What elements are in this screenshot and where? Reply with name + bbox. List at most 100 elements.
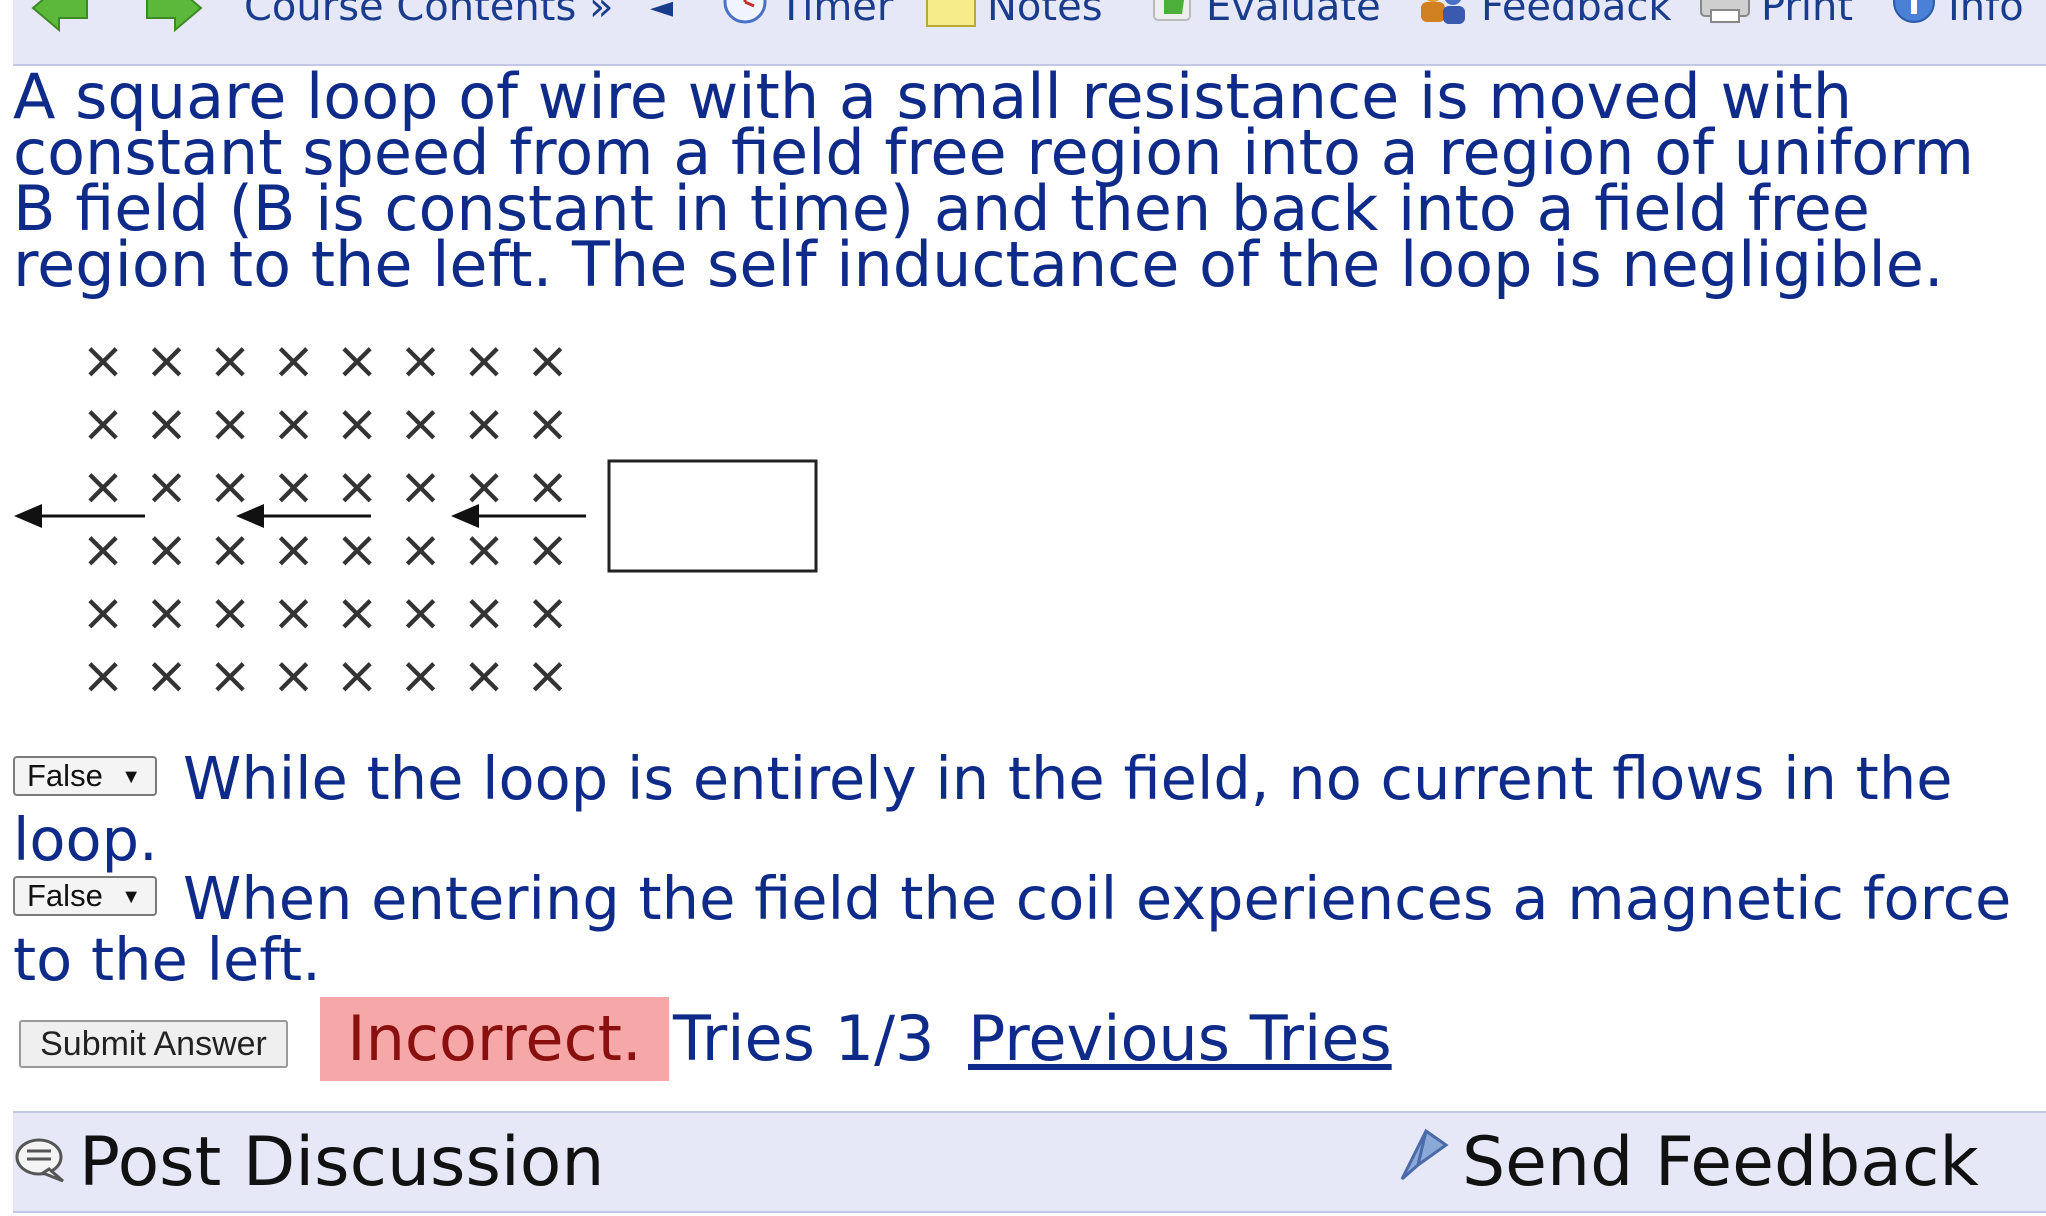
field-x-mark: × (145, 331, 189, 391)
statement-1: False ▼ While the loop is entirely in th… (13, 748, 2023, 870)
field-x-mark: × (335, 646, 379, 706)
field-x-mark: × (145, 646, 189, 706)
notes-label: Notes (987, 0, 1103, 30)
field-x-mark: × (335, 331, 379, 391)
info-label: Info (1948, 0, 2024, 30)
field-x-mark: × (145, 457, 189, 517)
wire-loop (607, 459, 818, 573)
field-x-mark: × (399, 646, 443, 706)
field-x-mark: × (272, 394, 316, 454)
field-x-mark: × (81, 394, 125, 454)
send-feedback-label: Send Feedback (1462, 1122, 1979, 1202)
field-x-mark: × (462, 520, 506, 580)
field-x-mark: × (526, 646, 570, 706)
print-button[interactable]: Print (1699, 0, 1854, 30)
field-x-mark: × (272, 457, 316, 517)
bottom-bar: Post Discussion Send Feedback (13, 1111, 2046, 1213)
field-x-mark: × (208, 646, 252, 706)
true-false-select-2[interactable]: False ▼ (13, 875, 157, 916)
notes-button[interactable]: Notes (925, 0, 1103, 30)
field-x-mark: × (526, 394, 570, 454)
field-x-mark: × (208, 457, 252, 517)
field-x-mark: × (335, 583, 379, 643)
field-x-mark: × (335, 457, 379, 517)
timer-label: Timer (779, 0, 894, 30)
note-icon (925, 0, 977, 38)
course-contents-label: Course Contents » (244, 0, 614, 30)
printer-icon (1699, 0, 1751, 36)
field-x-mark: × (272, 646, 316, 706)
statement-text: While the loop is entirely in the field,… (13, 744, 1953, 874)
field-x-mark: × (526, 583, 570, 643)
top-toolbar: Course Contents » ◄ Timer Notes Evaluate… (13, 0, 2046, 66)
field-x-mark: × (208, 520, 252, 580)
evaluate-label: Evaluate (1206, 0, 1381, 30)
send-arrow-icon (1396, 1123, 1452, 1202)
dropdown-caret-icon: ▼ (121, 885, 141, 908)
field-x-mark: × (145, 520, 189, 580)
field-x-mark: × (145, 583, 189, 643)
field-x-mark: × (208, 331, 252, 391)
dropdown-caret-icon: ▼ (121, 765, 141, 788)
clock-icon (721, 0, 769, 36)
field-x-mark: × (81, 331, 125, 391)
field-x-mark: × (462, 394, 506, 454)
back-arrow-icon[interactable] (29, 0, 91, 38)
feedback-label: Feedback (1481, 0, 1672, 30)
field-x-mark: × (81, 520, 125, 580)
field-x-mark: × (526, 331, 570, 391)
field-x-mark: × (81, 646, 125, 706)
collapse-toolbar-button[interactable]: ◄ (650, 0, 673, 27)
people-feedback-icon (1413, 0, 1471, 38)
collapse-arrow-icon: ◄ (650, 0, 674, 25)
field-x-mark: × (462, 583, 506, 643)
field-x-mark: × (272, 583, 316, 643)
select-value: False (27, 757, 103, 793)
field-x-mark: × (462, 457, 506, 517)
velocity-arrow (14, 504, 145, 528)
print-label: Print (1761, 0, 1854, 30)
statement-2: False ▼ When entering the field the coil… (13, 868, 2023, 990)
field-x-mark: × (399, 583, 443, 643)
field-x-mark: × (526, 457, 570, 517)
magnetic-field-diagram: × × × × × × × ×× × × × × × × ×× × × × × × × ×× × × × × × × ×× × × × × × × ×… (14, 331, 818, 706)
feedback-button[interactable]: Feedback (1413, 0, 1672, 30)
info-button[interactable]: Info (1890, 0, 2024, 30)
field-x-mark: × (272, 520, 316, 580)
true-false-select-1[interactable]: False ▼ (13, 755, 157, 796)
field-x-mark: × (208, 583, 252, 643)
incorrect-badge: Incorrect. (320, 997, 669, 1081)
field-x-mark: × (462, 331, 506, 391)
field-x-mark: × (335, 394, 379, 454)
submit-answer-button[interactable]: Submit Answer (19, 1020, 288, 1068)
field-x-mark: × (399, 520, 443, 580)
thumbs-up-icon (1148, 0, 1196, 36)
send-feedback-link[interactable]: Send Feedback (1396, 1113, 1979, 1211)
post-discussion-label: Post Discussion (79, 1122, 605, 1202)
course-contents-link[interactable]: Course Contents » (244, 0, 614, 30)
select-value: False (27, 877, 103, 913)
question-text: A square loop of wire with a small resis… (13, 60, 1974, 301)
timer-button[interactable]: Timer (721, 0, 894, 30)
field-x-mark: × (399, 331, 443, 391)
field-x-mark: × (399, 394, 443, 454)
field-x-mark: × (272, 331, 316, 391)
field-into-page-grid: × × × × × × × ×× × × × × × × ×× × × × × × × ×× × × × × × × ×× × × × × × × ×… (81, 331, 569, 706)
field-x-mark: × (399, 457, 443, 517)
tries-counter: Tries 1/3 (673, 1002, 935, 1075)
evaluate-button[interactable]: Evaluate (1148, 0, 1381, 30)
field-x-mark: × (335, 520, 379, 580)
field-x-mark: × (208, 394, 252, 454)
info-icon (1890, 0, 1938, 36)
field-x-mark: × (145, 394, 189, 454)
previous-tries-link[interactable]: Previous Tries (968, 997, 1392, 1081)
page: Course Contents » ◄ Timer Notes Evaluate… (0, 0, 2046, 1216)
speech-bubble-icon (13, 1123, 69, 1202)
statement-text: When entering the field the coil experie… (13, 864, 2012, 994)
forward-arrow-icon[interactable] (143, 0, 205, 38)
post-discussion-link[interactable]: Post Discussion (13, 1113, 605, 1211)
field-x-mark: × (81, 457, 125, 517)
field-x-mark: × (526, 520, 570, 580)
field-x-mark: × (81, 583, 125, 643)
field-x-mark: × (462, 646, 506, 706)
